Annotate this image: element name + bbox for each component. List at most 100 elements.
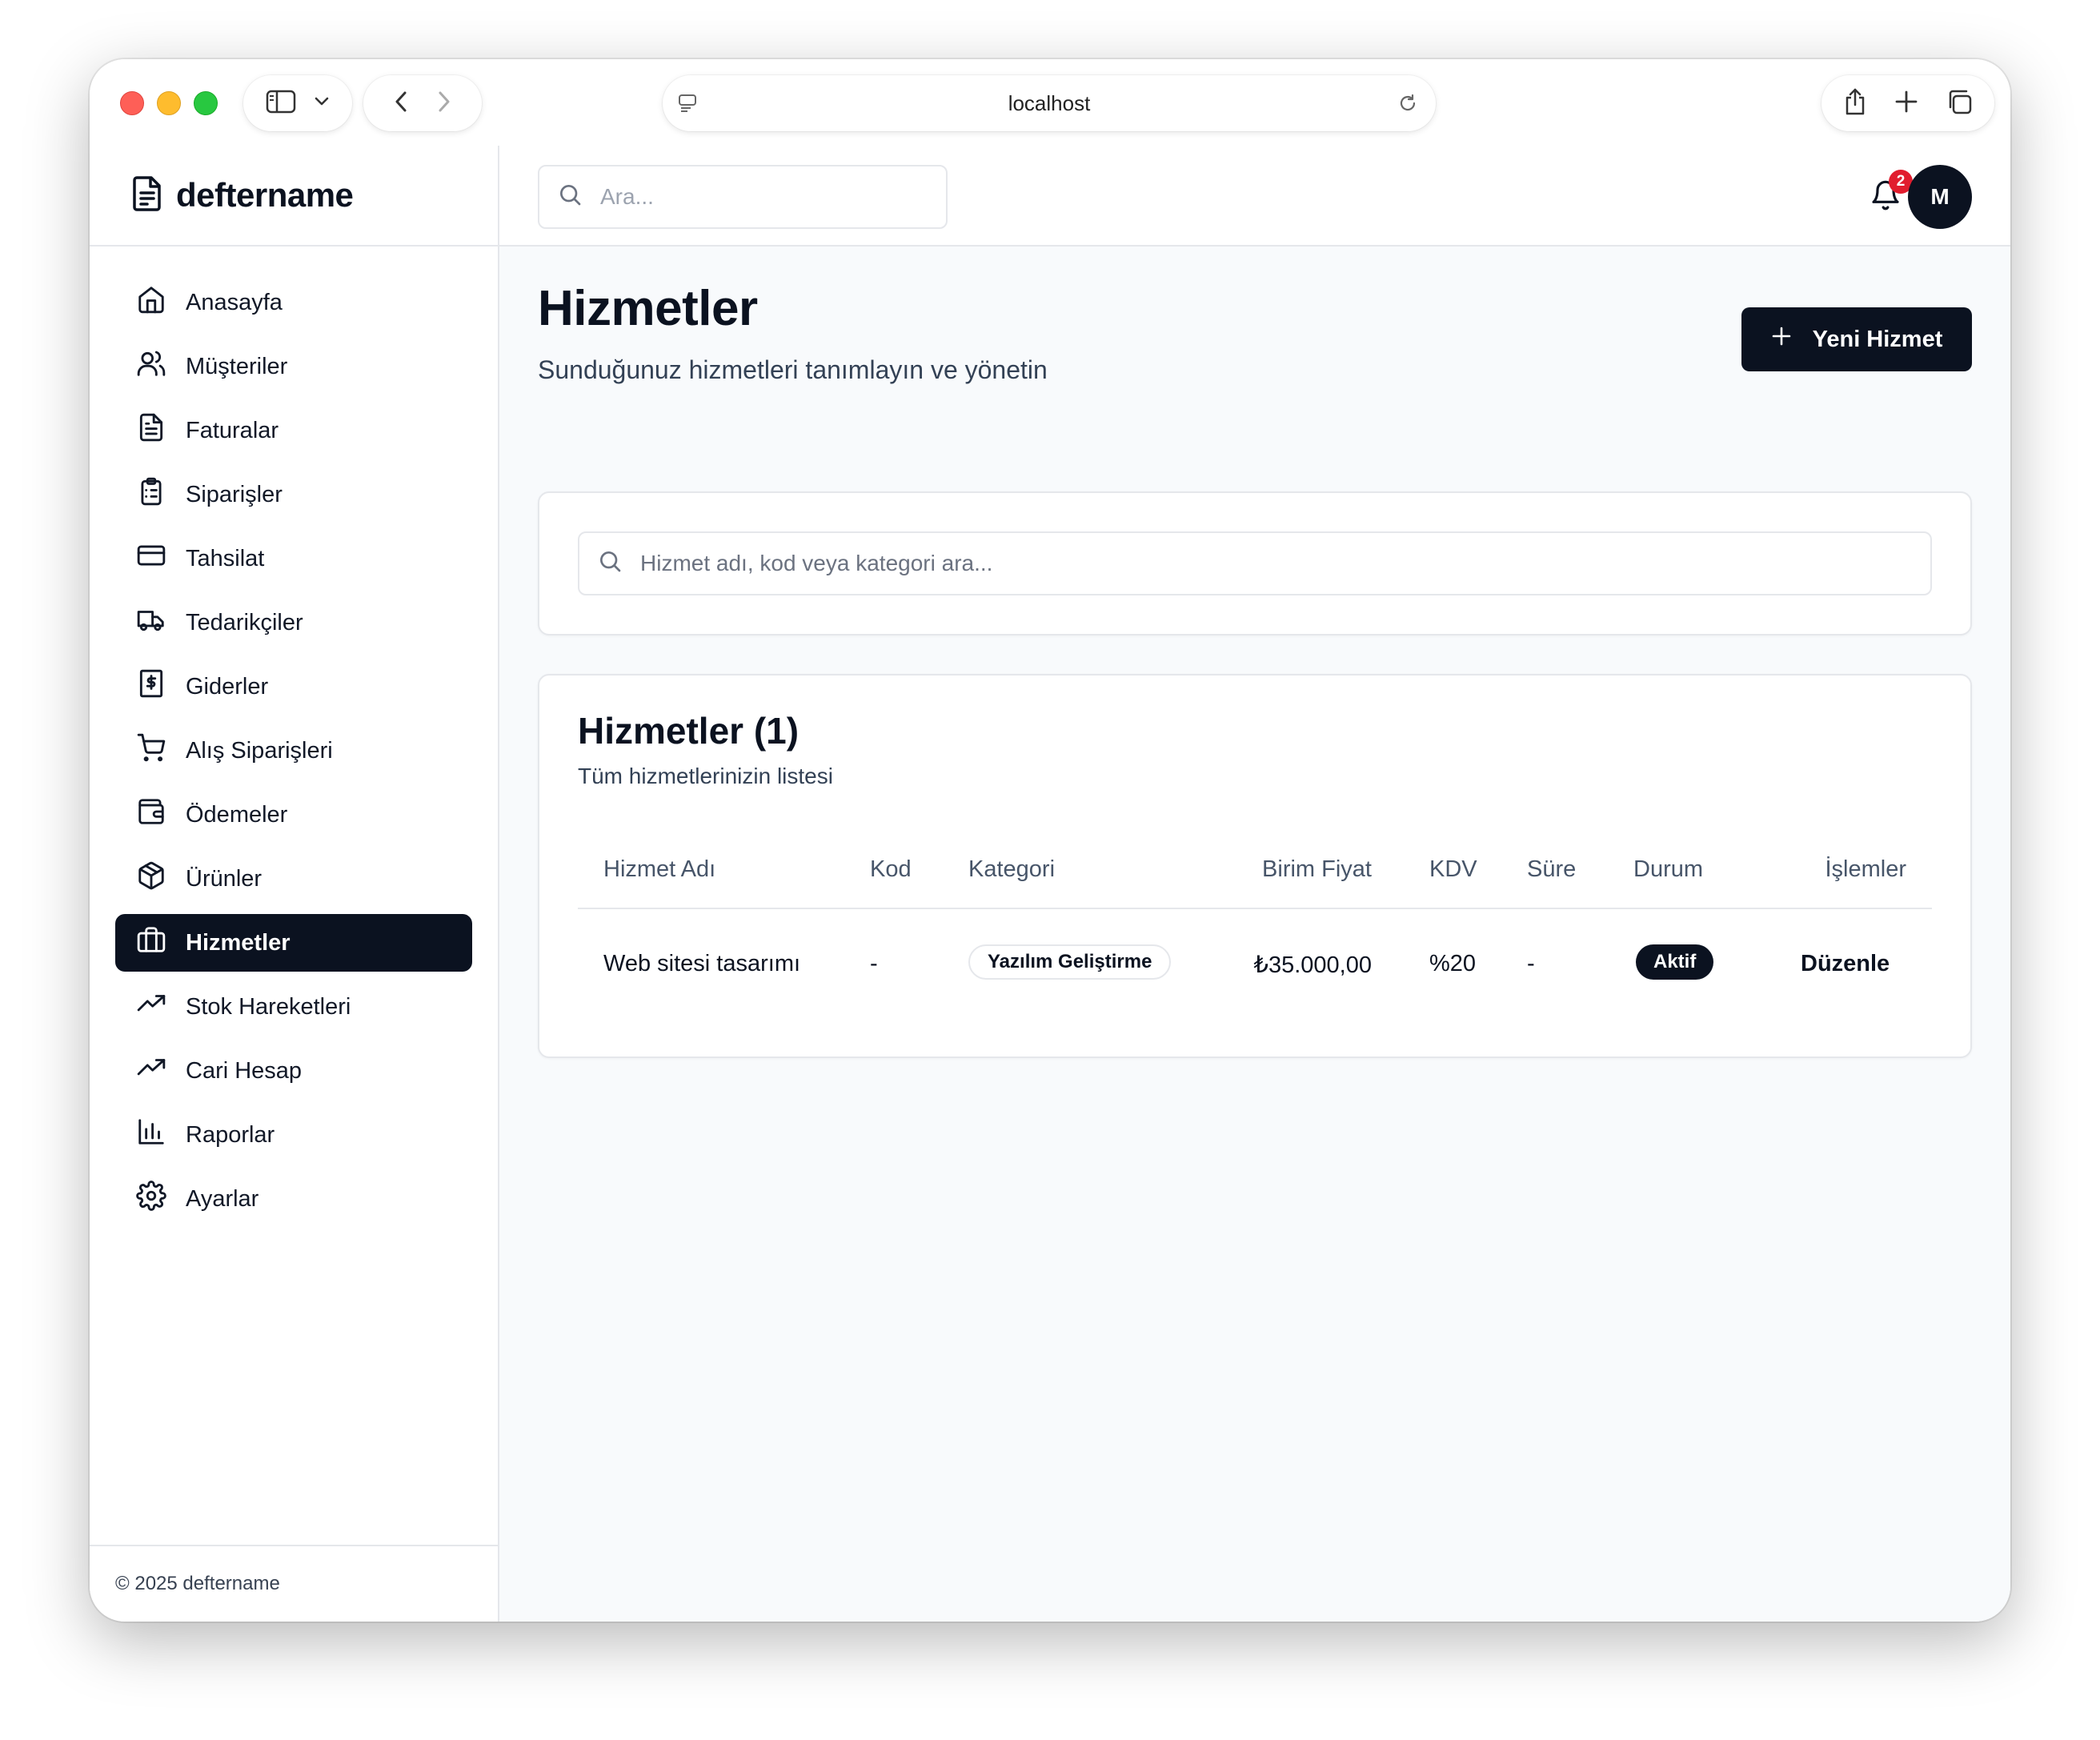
column-header-unit-price[interactable]: Birim Fiyat	[1262, 856, 1372, 883]
global-search-placeholder: Ara...	[600, 184, 654, 209]
sidebar-item-label: Siparişler	[186, 481, 283, 507]
browser-window: localhost deftername Anasayfa Müşteriler…	[90, 59, 2010, 1622]
category-badge: Yazılım Geliştirme	[968, 944, 1172, 980]
sidebar-item-label: Müşteriler	[186, 353, 288, 379]
back-icon[interactable]	[394, 90, 408, 118]
vat-cell: %20	[1429, 951, 1477, 976]
truck-icon	[136, 604, 166, 641]
sidebar-item-label: Faturalar	[186, 417, 279, 443]
sidebar-item-tahsilat[interactable]: Tahsilat	[115, 530, 472, 587]
browser-actions-group	[1821, 75, 1994, 131]
reload-icon[interactable]	[1397, 93, 1418, 118]
document-logo-icon	[131, 175, 163, 216]
page-settings-icon[interactable]	[677, 93, 698, 118]
users-icon	[136, 348, 166, 385]
sidebar-toggle-icon[interactable]	[266, 90, 296, 118]
sidebar-item-cari-hesap[interactable]: Cari Hesap	[115, 1042, 472, 1100]
new-tab-icon[interactable]	[1894, 90, 1918, 118]
sidebar-item-ayarlar[interactable]: Ayarlar	[115, 1170, 472, 1228]
brand-name: deftername	[176, 176, 354, 214]
topbar: Ara... 2 M	[499, 146, 2010, 247]
address-bar[interactable]: localhost	[663, 75, 1436, 131]
search-icon	[557, 182, 583, 213]
trending-up-icon	[136, 988, 166, 1025]
shopping-cart-icon	[136, 732, 166, 769]
column-header-status[interactable]: Durum	[1633, 856, 1703, 883]
sidebar-nav: Anasayfa Müşteriler Faturalar Siparişler…	[90, 247, 498, 1228]
page-subtitle: Sunduğunuz hizmetleri tanımlayın ve yöne…	[538, 355, 1048, 384]
minimize-window-button[interactable]	[157, 91, 181, 115]
sidebar-item-label: Cari Hesap	[186, 1057, 303, 1084]
sidebar-item-label: Ayarlar	[186, 1185, 259, 1212]
service-search-input[interactable]: Hizmet adı, kod veya kategori ara...	[578, 531, 1932, 595]
sidebar: deftername Anasayfa Müşteriler Faturalar…	[90, 146, 499, 1622]
sidebar-item-anasayfa[interactable]: Anasayfa	[115, 274, 472, 331]
history-nav-group	[363, 75, 482, 131]
bar-chart-icon	[136, 1117, 166, 1153]
table-subtitle: Tüm hizmetlerinizin listesi	[578, 764, 833, 788]
avatar[interactable]: M	[1908, 165, 1972, 229]
sidebar-item-odemeler[interactable]: Ödemeler	[115, 786, 472, 844]
forward-icon[interactable]	[437, 90, 451, 118]
sidebar-item-raporlar[interactable]: Raporlar	[115, 1106, 472, 1164]
tab-overview-icon[interactable]	[1946, 88, 1973, 119]
chevron-down-icon[interactable]	[314, 96, 330, 111]
sidebar-item-label: Stok Hareketleri	[186, 993, 351, 1020]
home-icon	[136, 284, 166, 321]
column-header-name[interactable]: Hizmet Adı	[603, 856, 715, 883]
url-text: localhost	[1008, 90, 1091, 115]
new-service-label: Yeni Hizmet	[1812, 326, 1943, 352]
search-icon	[597, 548, 623, 579]
sidebar-item-label: Alış Siparişleri	[186, 737, 333, 764]
global-search-input[interactable]: Ara...	[538, 165, 948, 229]
package-icon	[136, 860, 166, 897]
filter-card: Hizmet adı, kod veya kategori ara...	[538, 491, 1972, 635]
column-header-vat[interactable]: KDV	[1429, 856, 1477, 883]
sidebar-item-label: Tahsilat	[186, 545, 265, 571]
unit-price-cell: ₺35.000,00	[1253, 952, 1372, 978]
page-title: Hizmetler	[538, 281, 758, 336]
sidebar-item-label: Anasayfa	[186, 289, 283, 315]
new-service-button[interactable]: Yeni Hizmet	[1741, 307, 1972, 371]
close-window-button[interactable]	[120, 91, 144, 115]
services-table-card: Hizmetler (1) Tüm hizmetlerinizin listes…	[538, 674, 1972, 1058]
receipt-icon	[136, 668, 166, 705]
sidebar-item-label: Giderler	[186, 673, 269, 700]
credit-card-icon	[136, 540, 166, 577]
column-header-category[interactable]: Kategori	[968, 856, 1055, 883]
column-header-code[interactable]: Kod	[870, 856, 912, 883]
maximize-window-button[interactable]	[194, 91, 218, 115]
sidebar-item-musteriler[interactable]: Müşteriler	[115, 338, 472, 395]
edit-button[interactable]: Düzenle	[1801, 951, 1890, 977]
service-name-cell: Web sitesi tasarımı	[603, 951, 801, 976]
column-header-duration[interactable]: Süre	[1527, 856, 1576, 883]
table-title: Hizmetler (1)	[578, 710, 800, 752]
brand[interactable]: deftername	[90, 146, 498, 247]
share-icon[interactable]	[1843, 87, 1867, 120]
sidebar-toggle-group	[243, 75, 352, 131]
sidebar-item-alis-siparisleri[interactable]: Alış Siparişleri	[115, 722, 472, 780]
browser-titlebar: localhost	[90, 59, 2010, 146]
table-header-divider	[578, 908, 1932, 909]
sidebar-item-faturalar[interactable]: Faturalar	[115, 402, 472, 459]
sidebar-item-label: Ödemeler	[186, 801, 288, 828]
sidebar-item-hizmetler[interactable]: Hizmetler	[115, 914, 472, 972]
settings-icon	[136, 1181, 166, 1217]
main-content: Ara... 2 M Hizmetler Sunduğunuz hizmetle…	[499, 146, 2010, 1622]
sidebar-item-urunler[interactable]: Ürünler	[115, 850, 472, 908]
file-text-icon	[136, 412, 166, 449]
sidebar-item-stok-hareketleri[interactable]: Stok Hareketleri	[115, 978, 472, 1036]
sidebar-item-label: Hizmetler	[186, 929, 291, 956]
trending-up-icon	[136, 1052, 166, 1089]
sidebar-footer: © 2025 deftername	[90, 1545, 498, 1622]
plus-icon	[1771, 326, 1792, 353]
sidebar-item-label: Tedarikçiler	[186, 609, 303, 635]
duration-cell: -	[1527, 951, 1535, 976]
column-header-actions: İşlemler	[1825, 856, 1906, 882]
wallet-icon	[136, 796, 166, 833]
sidebar-item-tedarikciler[interactable]: Tedarikçiler	[115, 594, 472, 651]
sidebar-item-siparisler[interactable]: Siparişler	[115, 466, 472, 523]
service-code-cell: -	[870, 951, 878, 976]
sidebar-item-giderler[interactable]: Giderler	[115, 658, 472, 716]
briefcase-icon	[136, 924, 166, 961]
